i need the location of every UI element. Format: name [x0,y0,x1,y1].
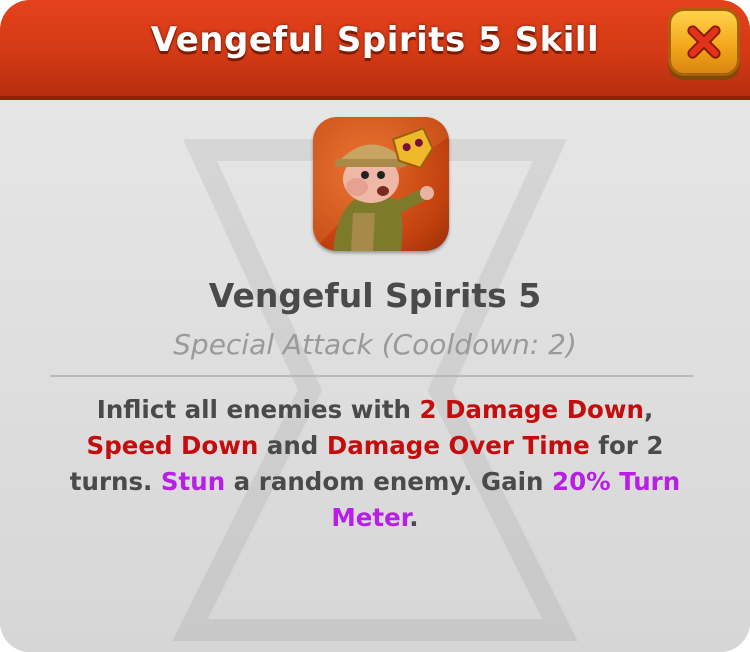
close-button[interactable] [668,8,740,76]
close-icon [687,25,721,59]
desc-text: Inflict all enemies with [96,395,420,424]
skill-type: Special Attack (Cooldown: 2) [173,328,577,361]
effect-damage-over-time: Damage Over Time [326,431,590,460]
desc-text: and [258,431,327,460]
dialog-header: Vengeful Spirits 5 Skill [0,0,750,100]
desc-text: . [409,503,419,532]
effect-damage-down: 2 Damage Down [419,395,644,424]
divider [50,375,693,377]
dialog-title: Vengeful Spirits 5 Skill [150,20,600,60]
desc-text: a random enemy. Gain [225,467,553,496]
skill-description: Inflict all enemies with 2 Damage Down, … [60,392,690,536]
skill-name: Vengeful Spirits 5 [208,276,542,315]
desc-text: , [643,395,654,424]
effect-speed-down: Speed Down [86,431,259,460]
effect-stun: Stun [160,467,226,496]
skill-dialog: Vengeful Spirits 5 Skill Vengeful Spirit… [0,0,750,652]
skill-icon [313,117,449,251]
character-portrait-icon [313,117,449,251]
